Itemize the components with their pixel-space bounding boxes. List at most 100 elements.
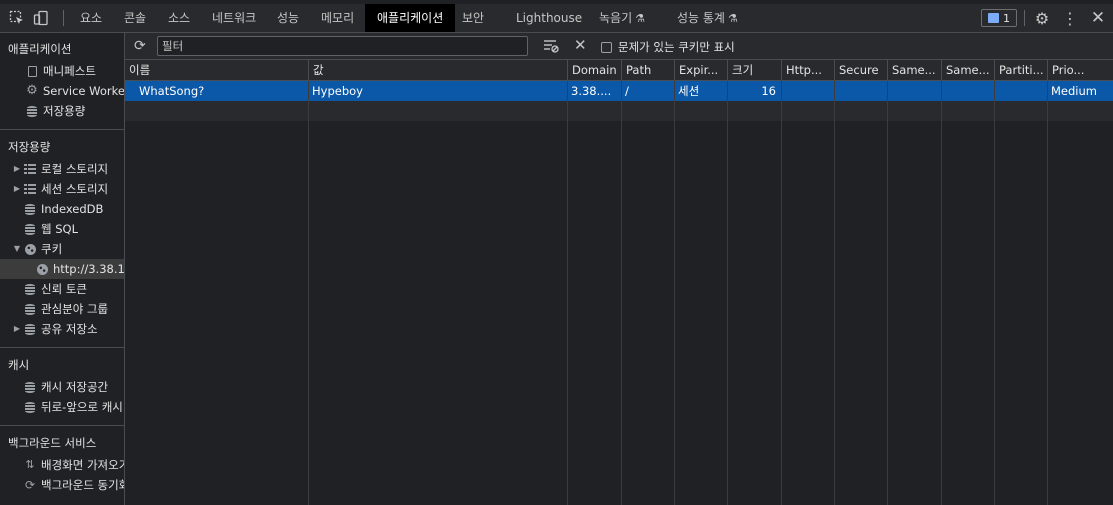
sidebar-item-back-forward-cache[interactable]: 뒤로-앞으로 캐시 (0, 397, 124, 417)
column-header-partition-key[interactable]: Partiti... (994, 60, 1047, 81)
column-header-sameparty[interactable]: Same... (941, 60, 994, 81)
collapse-arrow-icon[interactable]: ▼ (12, 239, 22, 259)
tab-elements[interactable]: 요소 (80, 4, 102, 32)
sidebar-item-cache-storage[interactable]: 캐시 저장공간 (0, 377, 124, 397)
sidebar-item-local-storage[interactable]: ▶ 로컬 스토리지 (0, 159, 124, 179)
column-header-expires[interactable]: Expir... (674, 60, 727, 81)
sidebar-item-shared-storage[interactable]: ▶ 공유 저장소 (0, 319, 124, 339)
sidebar-item-label: 신뢰 토큰 (41, 282, 87, 296)
sidebar-item-indexeddb[interactable]: IndexedDB (0, 199, 124, 219)
column-header-path[interactable]: Path (621, 60, 674, 81)
device-toolbar-icon[interactable] (32, 9, 50, 27)
cell-name: WhatSong? (139, 84, 205, 98)
sidebar-item-label: 공유 저장소 (41, 322, 98, 336)
sidebar-item-trust-tokens[interactable]: 신뢰 토큰 (0, 279, 124, 299)
tab-recorder-label: 녹음기 (599, 11, 633, 25)
column-divider (674, 81, 675, 505)
column-divider (727, 81, 728, 505)
sidebar-item-service-workers[interactable]: ⚙ Service Workers (0, 81, 124, 101)
cell-size: 16 (761, 84, 776, 98)
sidebar-divider (0, 425, 124, 426)
sidebar-item-cookies[interactable]: ▼ 쿠키 (0, 239, 124, 259)
sidebar-item-label: 배경화면 가져오기 (41, 458, 125, 472)
expand-arrow-icon[interactable]: ▶ (12, 179, 22, 199)
sidebar-item-storage[interactable]: 저장용량 (0, 101, 124, 121)
sidebar-header-background-services: 백그라운드 서비스 (8, 436, 97, 450)
column-header-size[interactable]: 크기 (727, 60, 781, 81)
sidebar-item-web-sql[interactable]: 웹 SQL (0, 219, 124, 239)
column-header-name[interactable]: 이름 (125, 60, 308, 81)
cell-value: Hypeboy (312, 84, 363, 98)
cell-priority: Medium (1051, 84, 1097, 98)
sidebar-item-cookie-origin[interactable]: http://3.38.12 (0, 259, 124, 279)
sidebar-item-background-sync[interactable]: ⟳ 백그라운드 동기화 (0, 475, 124, 495)
sidebar-item-label: 백그라운드 동기화 (41, 478, 125, 492)
show-issues-only-label: 문제가 있는 쿠키만 표시 (618, 40, 735, 54)
sidebar-item-label: 쿠키 (41, 242, 63, 256)
sidebar-divider (0, 129, 124, 130)
tab-sources[interactable]: 소스 (168, 4, 190, 32)
column-divider (781, 81, 782, 505)
sidebar-header-application: 애플리케이션 (8, 42, 72, 56)
show-issues-only-checkbox[interactable]: 문제가 있는 쿠키만 표시 (601, 39, 735, 55)
document-icon (24, 64, 40, 78)
column-header-priority[interactable]: Prio... (1047, 60, 1113, 81)
filter-input[interactable] (157, 36, 528, 56)
tab-network[interactable]: 네트워크 (212, 4, 256, 32)
tab-console[interactable]: 콘솔 (124, 4, 146, 32)
expand-arrow-icon[interactable]: ▶ (12, 159, 22, 179)
database-icon (22, 322, 38, 336)
clear-all-icon[interactable]: ✕ (574, 37, 587, 53)
toolbar-divider (63, 10, 64, 26)
sidebar-item-label: 매니페스트 (43, 64, 96, 78)
issues-counter-button[interactable]: 1 (981, 9, 1017, 27)
sync-icon: ⟳ (24, 478, 36, 492)
column-header-secure[interactable]: Secure (834, 60, 887, 81)
refresh-icon[interactable]: ⟳ (134, 38, 146, 54)
tab-performance[interactable]: 성능 (277, 4, 299, 32)
column-divider (994, 81, 995, 505)
sidebar-item-label: IndexedDB (41, 202, 104, 216)
sidebar-item-label: 뒤로-앞으로 캐시 (41, 400, 123, 414)
up-down-arrows-icon: ⇅ (25, 458, 35, 471)
settings-gear-icon[interactable]: ⚙ (1033, 9, 1051, 28)
cookie-table: 이름 값 Domain Path Expir... 크기 Http... Sec… (125, 60, 1113, 505)
tab-security[interactable]: 보안 (462, 4, 484, 32)
table-grid-icon (22, 182, 38, 196)
sidebar-item-manifest[interactable]: 매니페스트 (0, 61, 124, 81)
checkbox-box[interactable] (601, 41, 612, 53)
table-row[interactable]: WhatSong? Hypeboy 3.38.... / 세션 16 Mediu… (125, 81, 1113, 101)
database-icon (22, 222, 38, 236)
column-divider (567, 81, 568, 505)
sidebar-item-interest-groups[interactable]: 관심분야 그룹 (0, 299, 124, 319)
sidebar-item-background-fetch[interactable]: ⇅ 배경화면 가져오기 (0, 455, 124, 475)
inspect-element-icon[interactable] (8, 9, 26, 27)
cookie-icon (34, 262, 50, 276)
tab-recorder[interactable]: 녹음기 ⚗ (599, 4, 645, 32)
application-sidebar: 애플리케이션 매니페스트 ⚙ Service Workers 저장용량 저장용량… (0, 33, 125, 505)
column-header-value[interactable]: 값 (308, 60, 567, 81)
column-divider (621, 81, 622, 505)
close-devtools-icon[interactable]: ✕ (1089, 8, 1107, 28)
sidebar-header-storage: 저장용량 (8, 140, 51, 154)
tab-performance-insights[interactable]: 성능 통계 ⚗ (677, 4, 738, 32)
sidebar-item-label: 캐시 저장공간 (41, 380, 109, 394)
tab-lighthouse[interactable]: Lighthouse (516, 4, 582, 32)
sidebar-item-session-storage[interactable]: ▶ 세션 스토리지 (0, 179, 124, 199)
column-header-domain[interactable]: Domain (567, 60, 621, 81)
column-header-samesite[interactable]: Same... (887, 60, 941, 81)
issue-flag-icon (988, 13, 999, 23)
tab-memory[interactable]: 메모리 (321, 4, 354, 32)
column-header-httponly[interactable]: Http... (781, 60, 834, 81)
devtools-tab-bar: 요소 콘솔 소스 네트워크 성능 메모리 애플리케이션 보안 Lighthous… (0, 0, 1113, 33)
column-divider (1047, 81, 1048, 505)
tab-application[interactable]: 애플리케이션 (365, 4, 456, 32)
more-options-icon[interactable]: ⋮ (1061, 9, 1079, 28)
gear-icon: ⚙ (26, 83, 38, 98)
clear-filtered-cookies-icon[interactable] (543, 39, 559, 57)
cookie-icon (22, 242, 38, 256)
expand-arrow-icon[interactable]: ▶ (12, 319, 22, 339)
cell-expires: 세션 (678, 84, 700, 98)
toolbar-divider (1024, 10, 1025, 26)
sidebar-item-label: 웹 SQL (41, 222, 78, 236)
